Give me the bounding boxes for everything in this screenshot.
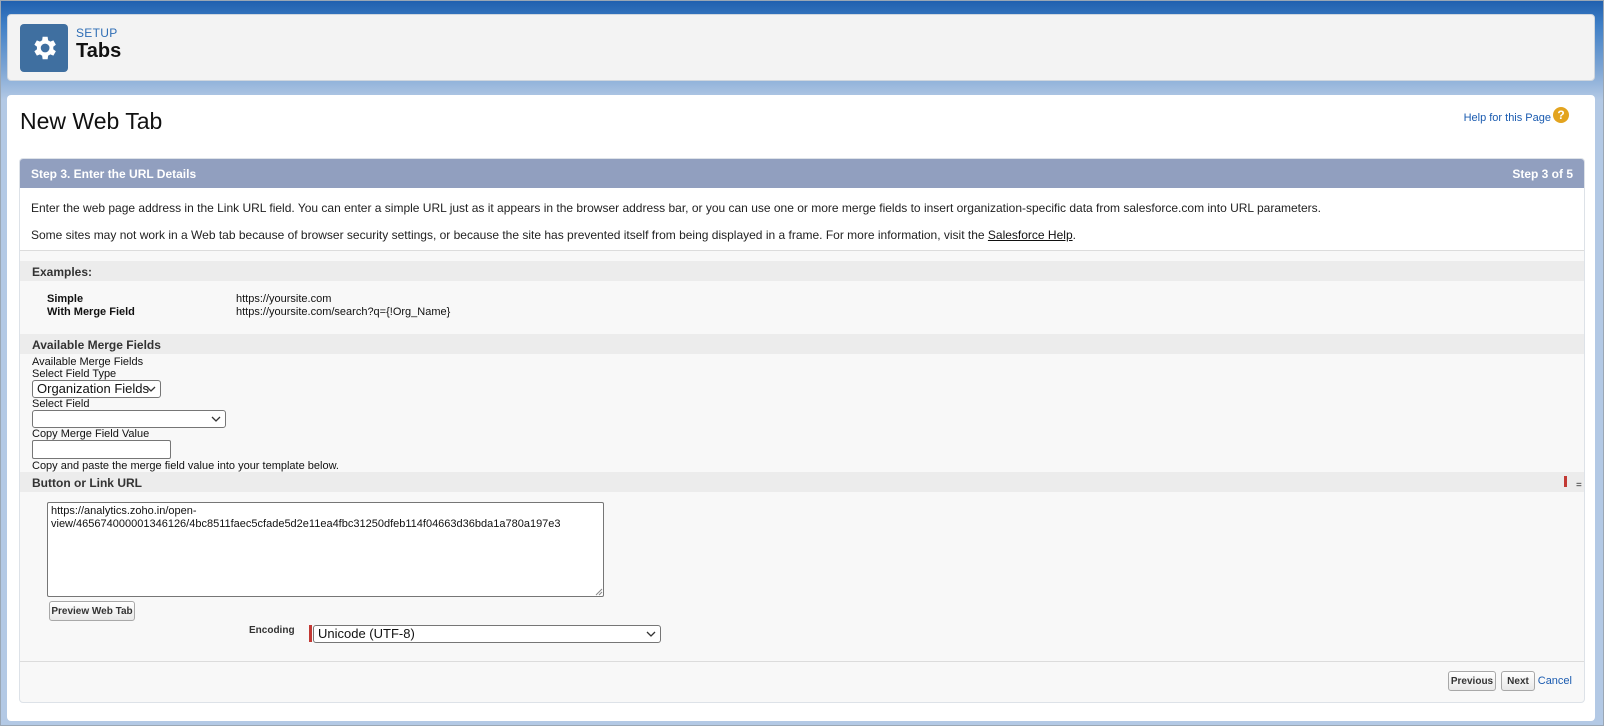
window-frame	[0, 0, 1604, 726]
